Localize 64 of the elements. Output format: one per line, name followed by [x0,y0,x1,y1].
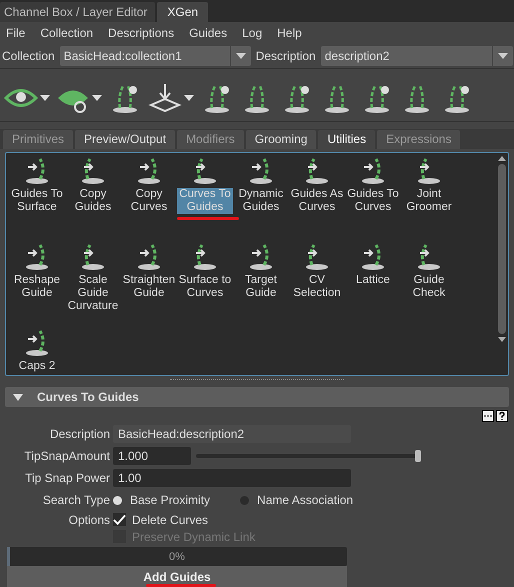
tool-label[interactable]: Dynamic Guides [233,188,289,214]
tool-label[interactable]: Lattice [355,274,391,287]
tip-snap-power-field[interactable]: 1.00 [113,469,351,487]
menu-item[interactable]: File [6,26,26,40]
tool-label[interactable]: Scale Guide Curvature [65,274,121,313]
scroll-up-icon[interactable] [498,156,506,161]
tool-label[interactable]: Copy Guides [65,188,121,214]
search-type-label: Search Type [42,493,110,507]
caret-icon[interactable] [40,95,50,101]
caret-icon [498,53,508,59]
menu-item[interactable]: Guides [189,26,228,40]
menu-item[interactable]: Descriptions [108,26,174,40]
caret-icon[interactable] [184,95,194,101]
radio-label[interactable]: Name Association [257,493,354,507]
tip-snap-amount-field[interactable]: 1.000 [113,447,191,465]
tool-label[interactable]: CV Selection [289,274,345,300]
arrow-down-icon[interactable] [148,81,182,115]
section-title: Curves To Guides [37,390,139,404]
radio-button[interactable] [240,496,250,504]
menu-item[interactable]: Log [242,26,262,40]
tool-label[interactable]: Copy Curves [121,188,177,214]
scroll-down-icon[interactable] [498,337,506,342]
description-dropdown[interactable]: description2 [320,46,513,66]
collection-label: Collection [2,49,55,63]
panel-tab[interactable]: XGen [157,2,208,22]
progress-text: 0% [169,550,185,562]
tool-label[interactable]: Joint Groomer [401,188,457,214]
tool-label[interactable]: Guide Check [401,274,457,300]
help-icon[interactable] [496,410,508,422]
radio-button[interactable] [113,496,122,504]
section-header[interactable]: Curves To Guides [5,387,509,407]
tool-label[interactable]: Guides To Curves [345,188,401,214]
caret-icon[interactable] [92,95,102,101]
tool-label[interactable]: Straighten Guide [121,274,177,300]
tool-label[interactable]: Target Guide [233,274,289,300]
tab[interactable]: Utilities [318,130,376,149]
tip-snap-power-label: Tip Snap Power [24,471,110,485]
tool-label[interactable]: Guides To Surface [9,188,65,214]
slider[interactable] [196,450,421,462]
menu-item[interactable]: Collection [40,26,94,40]
description-label: Description [48,427,110,441]
checkbox-label[interactable]: Delete Curves [132,512,208,526]
options-label: Options [68,512,110,526]
tip-snap-amount-label: TipSnapAmount [23,449,110,463]
tab[interactable]: Grooming [246,130,316,149]
menu-item[interactable]: Help [277,26,302,40]
tool-label[interactable]: Surface to Curves [177,274,233,300]
description-label: Description [256,49,316,63]
checkbox[interactable] [113,513,126,526]
collection-dropdown[interactable]: BasicHead:collection1 [60,46,251,66]
splitter-handle[interactable] [170,379,344,381]
description-field[interactable]: BasicHead:description2 [113,425,351,443]
slider-thumb[interactable] [415,450,421,462]
tool-label[interactable]: Reshape Guide [9,274,65,300]
tab[interactable]: Preview/Output [75,130,176,149]
tool-label[interactable]: Caps 2 [18,360,56,373]
caret-icon [236,53,246,59]
radio-label[interactable]: Base Proximity [130,493,210,507]
menu-dash-icon[interactable] [482,410,494,422]
scroll-thumb[interactable] [498,164,506,334]
tool-label[interactable]: Guides As Curves [289,188,345,214]
expand-triangle-icon[interactable] [13,394,23,400]
panel-tab[interactable]: Channel Box / Layer Editor [0,2,156,22]
add-guides-button[interactable]: Add Guides [7,566,347,587]
